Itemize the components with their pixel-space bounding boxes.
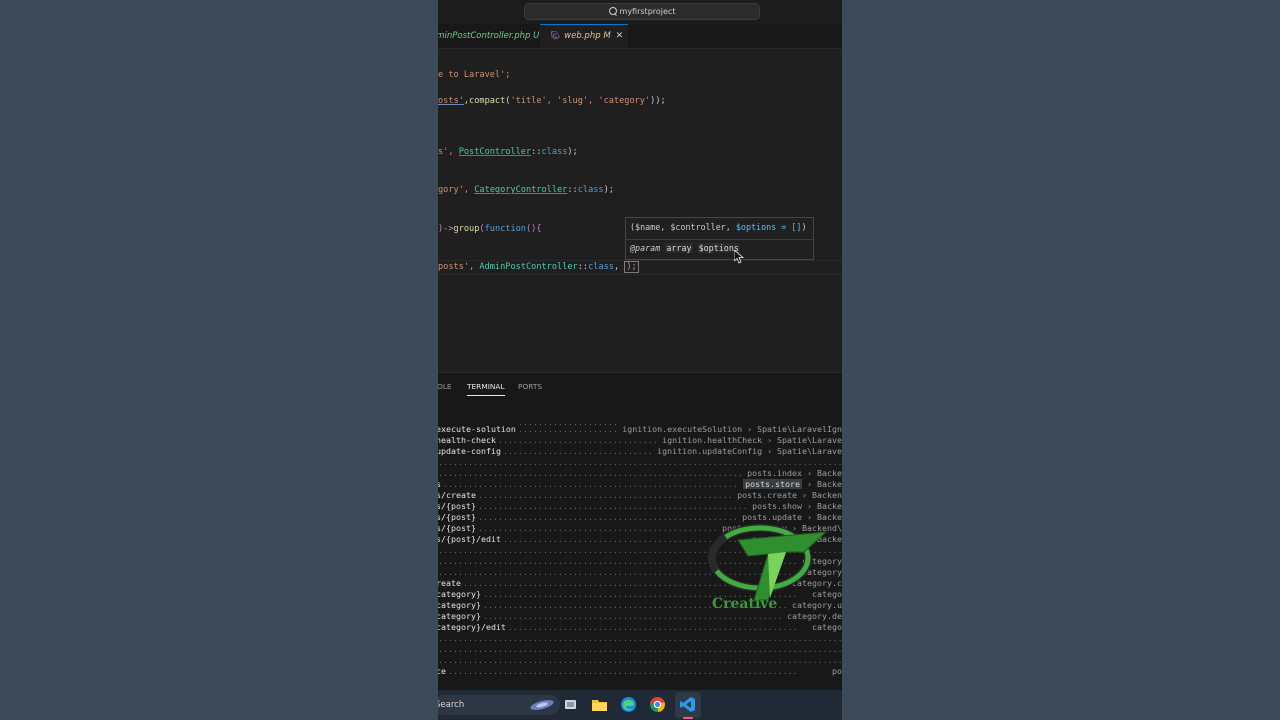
taskbar-search-label: Search: [438, 700, 465, 710]
taskbar: Search: [438, 690, 842, 720]
vscode-window: myfirstproject AdminPostController.php U…: [438, 0, 842, 720]
hint-divider: [626, 239, 813, 240]
code-line: )->group(function(){: [438, 224, 542, 234]
hint-signature: ($name, $controller, $options = []): [630, 222, 807, 232]
route-row: ........................................…: [438, 666, 842, 677]
code-line: gory', CategoryController::class);: [438, 185, 614, 195]
close-icon[interactable]: ✕: [616, 31, 624, 41]
file-explorer-icon[interactable]: [591, 696, 608, 713]
vscode-icon[interactable]: [679, 696, 696, 713]
watermark-text: Creative: [712, 596, 778, 612]
edge-browser-icon[interactable]: [620, 696, 637, 713]
code-line: osts',compact('title', 'slug', 'category…: [438, 96, 666, 106]
route-row: ........................................…: [438, 501, 842, 512]
search-icon: [608, 7, 617, 15]
editor-tab-bar: AdminPostController.php U 🐘︎web.php M ✕: [438, 24, 842, 49]
code-line: e to Laravel';: [438, 70, 511, 80]
panel-tabs: OLE TERMINAL PORTS: [438, 373, 842, 399]
selected-route-name: posts.store: [743, 479, 803, 489]
route-row: ........................................…: [438, 622, 842, 633]
code-editor[interactable]: e to Laravel'; osts',compact('title', 's…: [438, 50, 842, 370]
tab-label: web.php: [564, 31, 601, 41]
code-line-current: posts', AdminPostController::class, );: [438, 261, 639, 273]
parameter-hint-popup: ($name, $controller, $options = []) @par…: [625, 217, 814, 260]
title-bar: myfirstproject: [438, 0, 842, 24]
route-row: ........................................…: [438, 424, 842, 435]
terminal-row: ........................................…: [438, 457, 842, 467]
code-line: s', PostController::class);: [438, 147, 578, 157]
route-row: ........................................…: [438, 490, 842, 501]
route-row: ........................................…: [438, 446, 842, 457]
tab-web-php[interactable]: 🐘︎ web.php M ✕: [540, 24, 628, 48]
php-file-icon: 🐘︎: [550, 31, 561, 40]
tab-status: M: [603, 31, 611, 41]
task-view-icon[interactable]: [562, 696, 579, 713]
route-row: ........................................…: [438, 479, 842, 490]
tab-status: U: [533, 31, 540, 41]
terminal-row: ........................................…: [438, 633, 842, 643]
tab-ports[interactable]: PORTS: [518, 382, 542, 391]
command-center-search[interactable]: myfirstproject: [524, 3, 760, 20]
route-row: ........................................…: [438, 468, 842, 479]
bracket-match: );: [624, 261, 639, 273]
tab-label: AdminPostController.php: [438, 31, 531, 41]
terminal-row: ........................................…: [438, 644, 842, 654]
chrome-browser-icon[interactable]: [649, 696, 666, 713]
terminal-row: ........................................…: [438, 655, 842, 665]
tab-terminal[interactable]: TERMINAL: [467, 382, 505, 396]
search-highlight-icon: [530, 700, 554, 710]
hint-doc: @param array $options: [630, 243, 740, 253]
command-center-label: myfirstproject: [619, 7, 676, 16]
taskbar-search[interactable]: Search: [438, 695, 560, 715]
mouse-cursor-icon: [734, 250, 744, 264]
tab-debug-console[interactable]: OLE: [438, 382, 452, 391]
route-row: ........................................…: [438, 435, 842, 446]
running-indicator: [683, 717, 693, 719]
tab-adminpostcontroller[interactable]: AdminPostController.php U: [438, 24, 539, 48]
